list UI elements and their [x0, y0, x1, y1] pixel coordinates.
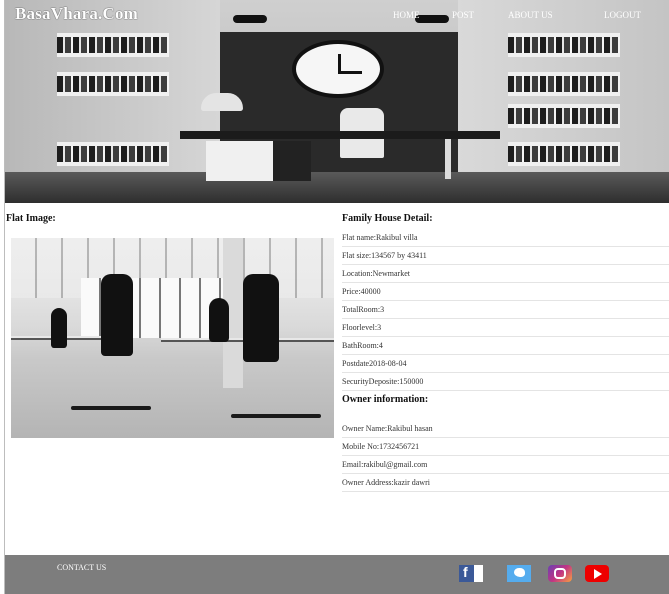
- owner-name: Owner Name:Rakibul hasan: [342, 420, 669, 438]
- bookshelf: [508, 33, 620, 57]
- bookshelf: [57, 72, 169, 96]
- detail-flat-name: Flat name:Rakibul villa: [342, 229, 669, 247]
- flat-image: [11, 238, 334, 438]
- desk: [180, 131, 500, 139]
- youtube-icon[interactable]: [585, 565, 609, 582]
- footer: CONTACT US f: [5, 555, 669, 594]
- detail-location: Location:Newmarket: [342, 265, 669, 283]
- owner-mobile: Mobile No:1732456721: [342, 438, 669, 456]
- detail-total-room: TotalRoom:3: [342, 301, 669, 319]
- detail-post-date: Postdate2018-08-04: [342, 355, 669, 373]
- facebook-icon[interactable]: f: [459, 564, 483, 582]
- bookshelf: [508, 72, 620, 96]
- family-house-detail-title: Family House Detail:: [342, 213, 433, 224]
- desk-cabinet: [206, 141, 311, 181]
- nav-home[interactable]: HOME: [393, 10, 420, 20]
- detail-flat-size: Flat size:134567 by 43411: [342, 247, 669, 265]
- detail-price: Price:40000: [342, 283, 669, 301]
- desk-leg: [445, 139, 451, 179]
- wall-clock: [292, 40, 384, 98]
- bookshelf: [508, 104, 620, 128]
- detail-security-deposit: SecurityDeposite:150000: [342, 373, 669, 391]
- hero-floor: [5, 172, 669, 203]
- owner-email: Email:rakibul@gmail.com: [342, 456, 669, 474]
- instagram-icon[interactable]: [548, 565, 572, 582]
- bookshelf: [508, 142, 620, 166]
- detail-bath-room: BathRoom:4: [342, 337, 669, 355]
- hero-banner: BasaVhara.Com HOME POST ABOUT US LOGOUT: [5, 0, 669, 203]
- twitter-icon[interactable]: [507, 565, 531, 582]
- ceiling-fan: [415, 15, 449, 23]
- page: BasaVhara.Com HOME POST ABOUT US LOGOUT …: [4, 0, 669, 594]
- flat-image-title: Flat Image:: [6, 213, 56, 224]
- nav-post[interactable]: POST: [452, 10, 474, 20]
- bookshelf: [57, 142, 169, 166]
- owner-address: Owner Address:kazir dawri: [342, 474, 669, 492]
- nav-about-us[interactable]: ABOUT US: [508, 10, 553, 20]
- contact-us-link[interactable]: CONTACT US: [57, 563, 106, 572]
- bookshelf: [57, 33, 169, 57]
- site-logo[interactable]: BasaVhara.Com: [15, 4, 138, 24]
- desk-lamp: [201, 93, 243, 111]
- nav-logout[interactable]: LOGOUT: [604, 10, 641, 20]
- detail-floor-level: Floorlevel:3: [342, 319, 669, 337]
- ceiling-fan: [233, 15, 267, 23]
- owner-information-title: Owner information:: [342, 394, 429, 405]
